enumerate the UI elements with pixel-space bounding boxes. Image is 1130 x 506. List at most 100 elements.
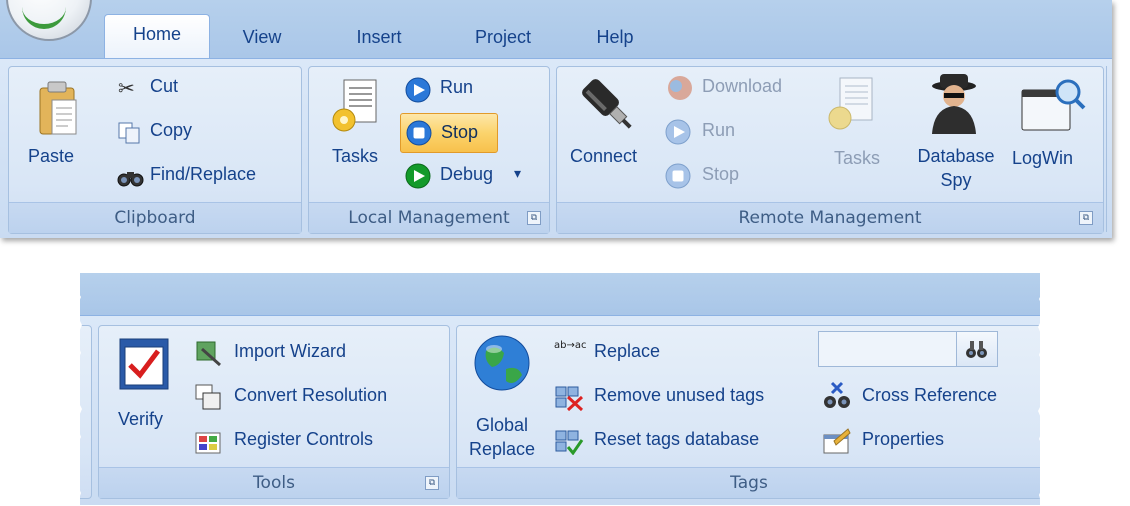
download-label: Download	[702, 76, 783, 96]
convert-resolution-button[interactable]: Convert Resolution	[194, 381, 434, 413]
copy-icon	[118, 122, 140, 144]
logwin-button[interactable]: LogWin	[1012, 76, 1098, 186]
torn-edge-left	[70, 273, 82, 505]
tab-view[interactable]: View	[222, 18, 302, 58]
tags-group-label: Tags	[457, 467, 1040, 498]
remote-management-launcher-icon[interactable]: ⧉	[1079, 211, 1093, 225]
tasks-label-local: Tasks	[332, 146, 379, 166]
chevron-down-icon[interactable]: ▾	[514, 166, 521, 182]
download-icon	[668, 76, 692, 100]
copy-label: Copy	[150, 120, 193, 140]
import-wizard-label: Import Wizard	[234, 341, 347, 361]
stop-button-local[interactable]: Stop	[400, 113, 498, 153]
register-controls-button[interactable]: Register Controls	[194, 425, 414, 457]
reset-tags-database-button[interactable]: Reset tags database	[554, 425, 814, 457]
spy-icon	[932, 74, 976, 134]
logwin-label: LogWin	[1012, 148, 1074, 168]
local-management-group-label: Local Management	[309, 202, 549, 233]
stop-label-remote: Stop	[702, 164, 740, 184]
database-spy-label-line1: Database	[917, 146, 995, 166]
replace-button[interactable]: ab→ac Replace	[554, 337, 694, 369]
tasks-button-remote[interactable]: Tasks	[826, 76, 892, 186]
stop-icon	[406, 120, 432, 146]
scissors-icon: ✂	[118, 76, 135, 100]
global-replace-label-line1: Global	[475, 415, 529, 435]
find-replace-button[interactable]: Find/Replace	[116, 162, 292, 192]
remove-unused-tags-button[interactable]: Remove unused tags	[554, 381, 814, 413]
remove-unused-tags-label: Remove unused tags	[594, 385, 765, 405]
wand-icon	[196, 341, 221, 367]
tasks-button-local[interactable]: Tasks	[326, 78, 396, 188]
local-management-launcher-icon[interactable]: ⧉	[527, 211, 541, 225]
connect-label: Connect	[570, 146, 638, 166]
stop-icon-disabled	[665, 163, 691, 189]
verify-label: Verify	[118, 409, 164, 429]
database-spy-label-line2: Spy	[940, 170, 972, 190]
next-group-edge	[1106, 66, 1112, 232]
tab-help[interactable]: Help	[580, 18, 650, 58]
stop-button-remote[interactable]: Stop	[664, 160, 764, 192]
tasks-icon-disabled	[828, 77, 873, 130]
torn-edge-right	[1038, 273, 1050, 505]
download-button[interactable]: Download	[664, 72, 814, 104]
tag-search-field[interactable]	[818, 331, 958, 367]
local-management-label-text: Local Management	[348, 208, 510, 228]
connect-button[interactable]: Connect	[568, 74, 658, 188]
cut-button[interactable]: ✂ Cut	[118, 74, 208, 104]
debug-button[interactable]: Debug ▾	[404, 160, 540, 192]
convert-resolution-label: Convert Resolution	[234, 385, 388, 405]
register-controls-icon	[195, 432, 221, 454]
remove-tags-icon	[555, 386, 584, 411]
properties-button[interactable]: Properties	[822, 425, 982, 457]
global-replace-label-line2: Replace	[468, 439, 536, 459]
paste-label: Paste	[28, 146, 75, 166]
binoculars-icon	[117, 172, 144, 187]
properties-label: Properties	[862, 429, 945, 449]
remote-management-group-label: Remote Management	[557, 202, 1103, 233]
run-label-local: Run	[440, 77, 474, 97]
tasks-label-remote: Tasks	[834, 148, 881, 168]
cross-reference-label: Cross Reference	[862, 385, 998, 405]
run-button-local[interactable]: Run	[404, 74, 504, 106]
tasks-icon	[332, 79, 377, 132]
cross-reference-button[interactable]: Cross Reference	[822, 381, 1032, 413]
debug-play-icon	[405, 163, 431, 189]
log-window-icon	[1021, 79, 1086, 131]
paste-button[interactable]: Paste	[28, 80, 104, 186]
ribbon-bottom: Tools ⧉ Verify Import Wizard Convert Res…	[80, 273, 1040, 505]
tab-project[interactable]: Project	[452, 18, 554, 58]
replace-ab-icon: ab→ac	[554, 340, 587, 351]
globe-icon	[474, 335, 530, 391]
cross-reference-icon	[824, 381, 850, 408]
find-replace-label: Find/Replace	[150, 164, 257, 184]
paste-icon	[39, 81, 77, 135]
run-button-remote[interactable]: Run	[664, 116, 764, 148]
verify-button[interactable]: Verify	[112, 337, 182, 455]
replace-label: Replace	[594, 341, 661, 361]
global-replace-button[interactable]: Global Replace	[464, 333, 540, 467]
clipboard-group-label: Clipboard	[9, 202, 301, 233]
reset-tags-icon	[555, 430, 584, 455]
tab-insert[interactable]: Insert	[334, 18, 424, 58]
debug-label: Debug	[440, 164, 494, 184]
properties-icon	[823, 428, 851, 454]
import-wizard-button[interactable]: Import Wizard	[194, 337, 394, 369]
play-icon	[405, 77, 431, 103]
stop-label-local: Stop	[441, 122, 479, 142]
cut-label: Cut	[150, 76, 179, 96]
tag-search-button[interactable]	[956, 331, 998, 367]
verify-checkbox-icon	[119, 338, 169, 390]
convert-resolution-icon	[195, 384, 221, 410]
database-spy-button[interactable]: Database Spy	[904, 72, 1008, 200]
ribbon-top: Home View Insert Project Help Clipboard …	[0, 0, 1112, 238]
run-label-remote: Run	[702, 120, 736, 140]
play-icon-disabled	[665, 119, 691, 145]
tab-home[interactable]: Home	[104, 14, 210, 63]
tools-group-label: Tools	[99, 467, 449, 498]
binoculars-search-icon	[966, 341, 987, 358]
reset-tags-database-label: Reset tags database	[594, 429, 760, 449]
copy-button[interactable]: Copy	[118, 118, 218, 148]
register-controls-label: Register Controls	[234, 429, 374, 449]
connector-plug-icon	[582, 79, 632, 129]
tools-launcher-icon[interactable]: ⧉	[425, 476, 439, 490]
